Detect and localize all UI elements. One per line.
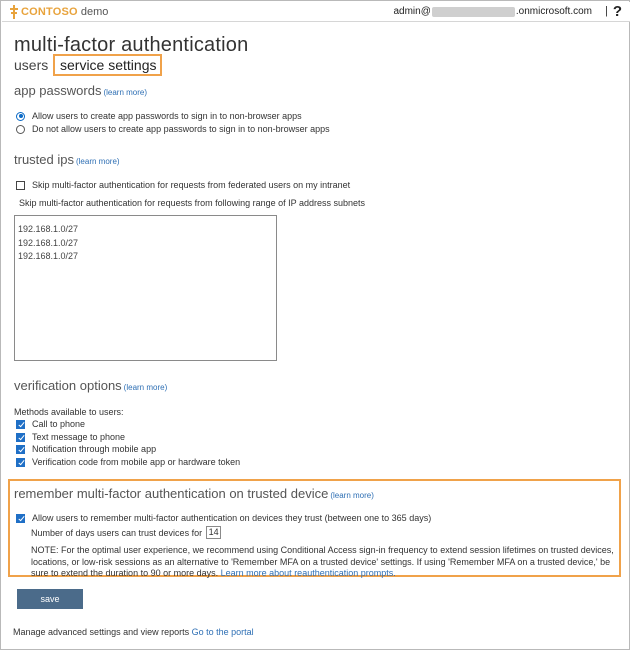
trusted-ips-heading: trusted ips (learn more) xyxy=(14,152,120,167)
logo[interactable]: CONTOSO demo xyxy=(10,5,108,19)
app-passwords-title: app passwords xyxy=(14,83,102,98)
manage-settings-text: Manage advanced settings and view report… xyxy=(13,627,190,637)
go-to-portal-link[interactable]: Go to the portal xyxy=(192,627,254,637)
top-bar: CONTOSO demo admin@ .onmicrosoft.com | ? xyxy=(2,2,630,22)
topbar-separator: | xyxy=(605,5,608,17)
ip-range-textarea[interactable]: 192.168.1.0/27 192.168.1.0/27 192.168.1.… xyxy=(14,215,277,361)
verification-code-checkbox[interactable] xyxy=(16,457,25,467)
verification-options-heading: verification options (learn more) xyxy=(14,378,167,393)
ip-range-line: 192.168.1.0/27 xyxy=(18,251,79,261)
reauthentication-link[interactable]: Learn more about reauthentication prompt… xyxy=(221,568,396,578)
app-passwords-heading: app passwords (learn more) xyxy=(14,83,147,98)
redacted-domain xyxy=(431,6,515,17)
remember-mfa-heading: remember multi-factor authentication on … xyxy=(14,486,374,501)
allow-remember-label: Allow users to remember multi-factor aut… xyxy=(32,513,432,523)
disallow-app-passwords-option[interactable]: Do not allow users to create app passwor… xyxy=(16,124,330,134)
ip-range-line: 192.168.1.0/27 xyxy=(18,237,79,248)
trust-days-row: Number of days users can trust devices f… xyxy=(31,526,222,539)
tab-service-settings[interactable]: service settings xyxy=(53,54,163,76)
account-name[interactable]: admin@ .onmicrosoft.com xyxy=(393,6,592,17)
mobile-app-notification-checkbox[interactable] xyxy=(16,444,25,454)
skip-federated-checkbox[interactable] xyxy=(16,180,25,190)
allow-remember-option[interactable]: Allow users to remember multi-factor aut… xyxy=(16,513,431,523)
method-label: Verification code from mobile app or har… xyxy=(32,457,241,467)
help-icon[interactable]: ? xyxy=(613,3,622,20)
app-passwords-learn-more-link[interactable]: (learn more) xyxy=(103,88,147,97)
window-frame: CONTOSO demo admin@ .onmicrosoft.com | ?… xyxy=(0,0,630,650)
skip-federated-label: Skip multi-factor authentication for req… xyxy=(32,180,351,190)
allow-app-passwords-radio[interactable] xyxy=(16,111,25,121)
ip-range-line: 192.168.1.0/27 xyxy=(18,224,79,234)
verification-learn-more-link[interactable]: (learn more) xyxy=(124,383,168,392)
method-call-to-phone[interactable]: Call to phone xyxy=(16,419,85,429)
brand-subtitle: demo xyxy=(80,6,109,18)
trusted-ips-learn-more-link[interactable]: (learn more) xyxy=(76,157,120,166)
method-mobile-app-notification[interactable]: Notification through mobile app xyxy=(16,444,156,454)
brand-name: CONTOSO xyxy=(21,6,78,18)
save-button[interactable]: save xyxy=(17,589,83,609)
remember-mfa-learn-more-link[interactable]: (learn more) xyxy=(330,491,374,500)
allow-app-passwords-label: Allow users to create app passwords to s… xyxy=(32,111,302,121)
call-to-phone-checkbox[interactable] xyxy=(16,419,25,429)
manage-settings-footer: Manage advanced settings and view report… xyxy=(13,627,254,637)
method-verification-code[interactable]: Verification code from mobile app or har… xyxy=(16,457,240,467)
account-prefix: admin@ xyxy=(393,6,431,17)
method-label: Text message to phone xyxy=(32,432,126,442)
ip-range-label: Skip multi-factor authentication for req… xyxy=(19,198,366,208)
disallow-app-passwords-label: Do not allow users to create app passwor… xyxy=(32,124,330,134)
method-label: Call to phone xyxy=(32,419,86,429)
disallow-app-passwords-radio[interactable] xyxy=(16,124,25,134)
text-message-checkbox[interactable] xyxy=(16,432,25,442)
trust-days-label: Number of days users can trust devices f… xyxy=(31,527,203,538)
trust-days-input[interactable]: 14 xyxy=(206,526,222,539)
tab-users[interactable]: users xyxy=(14,57,48,73)
skip-federated-option[interactable]: Skip multi-factor authentication for req… xyxy=(16,180,350,190)
allow-app-passwords-option[interactable]: Allow users to create app passwords to s… xyxy=(16,111,302,121)
allow-remember-checkbox[interactable] xyxy=(16,513,25,523)
remember-note: NOTE: For the optimal user experience, w… xyxy=(31,545,619,580)
contoso-logo-icon xyxy=(10,5,18,19)
account-suffix: .onmicrosoft.com xyxy=(515,6,592,17)
remember-mfa-title: remember multi-factor authentication on … xyxy=(14,486,329,501)
verification-options-title: verification options xyxy=(14,378,122,393)
method-label: Notification through mobile app xyxy=(32,444,157,454)
methods-label: Methods available to users: xyxy=(14,407,124,417)
trusted-ips-title: trusted ips xyxy=(14,152,74,167)
method-text-message[interactable]: Text message to phone xyxy=(16,432,125,442)
